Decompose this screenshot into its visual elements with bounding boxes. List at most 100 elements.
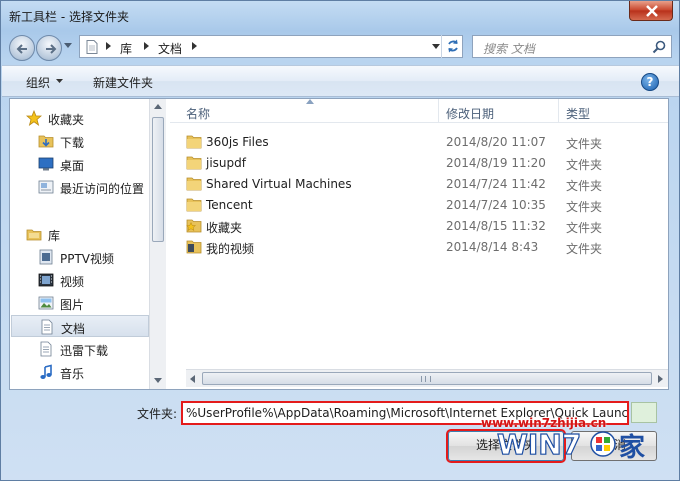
sidebar-item-videos[interactable]: 视频: [10, 269, 150, 291]
sidebar-item-pictures[interactable]: 图片: [10, 292, 150, 314]
sidebar-item-downloads[interactable]: 下载: [10, 130, 150, 152]
close-button[interactable]: [629, 1, 673, 21]
file-type: 文件夹: [566, 158, 603, 172]
music-library-icon: [40, 364, 52, 379]
breadcrumb-documents[interactable]: 文档: [158, 40, 182, 57]
sidebar-item-label: 桌面: [60, 159, 85, 173]
search-input[interactable]: 搜索 文档: [472, 35, 672, 58]
folder-icon: [186, 198, 202, 212]
breadcrumb-separator-icon[interactable]: [192, 42, 198, 50]
sidebar-item-recent-places[interactable]: 最近访问的位置: [10, 176, 150, 198]
arrow-right-icon: [46, 44, 57, 54]
title-bar[interactable]: 新工具栏 - 选择文件夹: [1, 1, 679, 29]
sidebar-item-music[interactable]: 音乐: [10, 361, 150, 383]
command-toolbar: 组织 新建文件夹 ?: [2, 65, 679, 97]
help-icon[interactable]: ?: [641, 73, 659, 91]
sidebar-item-label: PPTV视频: [60, 252, 115, 266]
file-list-horizontal-scrollbar[interactable]: [186, 369, 668, 387]
column-header-type[interactable]: 类型: [566, 105, 590, 122]
file-type: 文件夹: [566, 200, 603, 214]
column-divider[interactable]: [438, 99, 439, 123]
folder-icon: [186, 135, 202, 149]
video-library-icon: [38, 273, 54, 287]
video-library-icon: [39, 249, 53, 265]
file-row[interactable]: 收藏夹 2014/8/15 11:32 文件夹: [170, 216, 668, 237]
sidebar-item-label: 收藏夹: [48, 113, 85, 127]
svg-text:WIN7: WIN7: [497, 428, 581, 461]
organize-chevron-down-icon[interactable]: [56, 79, 63, 84]
sidebar-item-label: 库: [48, 229, 61, 243]
folder-field-label: 文件夹:: [137, 407, 178, 421]
file-name: 我的视频: [206, 242, 255, 256]
scroll-down-icon[interactable]: [154, 378, 162, 383]
sidebar-item-pptv-video[interactable]: PPTV视频: [10, 246, 150, 268]
address-bar[interactable]: 库 文档: [79, 35, 463, 58]
folder-icon: [186, 156, 202, 170]
file-row[interactable]: 我的视频 2014/8/14 8:43 文件夹: [170, 237, 668, 258]
sidebar-item-label: 视频: [60, 275, 85, 289]
file-date: 2014/8/14 8:43: [446, 240, 539, 254]
address-history-chevron-down-icon[interactable]: [432, 44, 440, 50]
scroll-left-icon[interactable]: [190, 375, 195, 383]
file-date: 2014/7/24 10:35: [446, 198, 546, 212]
refresh-icon: [448, 39, 458, 53]
new-folder-button[interactable]: 新建文件夹: [93, 74, 153, 91]
favorites-folder-icon: [186, 219, 202, 233]
file-date: 2014/7/24 11:42: [446, 177, 546, 191]
window-title: 新工具栏 - 选择文件夹: [9, 10, 129, 24]
file-date: 2014/8/19 11:20: [446, 156, 546, 170]
search-placeholder: 搜索 文档: [483, 42, 535, 56]
breadcrumb-separator-icon[interactable]: [106, 42, 112, 50]
file-type: 文件夹: [566, 221, 603, 235]
file-name: Shared Virtual Machines: [206, 177, 352, 191]
close-icon: [646, 5, 658, 17]
column-header-name[interactable]: 名称: [186, 105, 210, 122]
sidebar-item-documents[interactable]: 文档: [11, 315, 149, 337]
file-name: 360js Files: [206, 135, 269, 149]
file-list: 名称 修改日期 类型 360js Files 2014/8/20 11:07 文…: [170, 99, 668, 389]
sidebar-item-xunlei-downloads[interactable]: 迅雷下载: [10, 338, 150, 360]
sidebar-item-label: 迅雷下载: [60, 344, 109, 358]
scroll-right-icon[interactable]: [658, 375, 663, 383]
file-row[interactable]: Shared Virtual Machines 2014/7/24 11:42 …: [170, 174, 668, 195]
navigation-pane: 收藏夹 下载 桌面 最近访问的位置 库 PPTV视频 视频 图片 文档 迅雷下载…: [10, 99, 158, 389]
forward-button[interactable]: [36, 35, 62, 61]
refresh-button[interactable]: [441, 35, 463, 58]
scroll-up-icon[interactable]: [154, 104, 162, 109]
breadcrumb-separator-icon[interactable]: [144, 42, 150, 50]
navigation-pane-scrollbar[interactable]: [149, 99, 166, 389]
sidebar-item-desktop[interactable]: 桌面: [10, 153, 150, 175]
breadcrumb-library[interactable]: 库: [120, 40, 132, 57]
sort-ascending-icon: [306, 99, 314, 104]
library-icon: [26, 229, 42, 241]
file-row[interactable]: 360js Files 2014/8/20 11:07 文件夹: [170, 132, 668, 153]
recent-pages-chevron-down-icon[interactable]: [64, 43, 72, 49]
sidebar-item-favorites[interactable]: 收藏夹: [10, 107, 150, 129]
sidebar-item-libraries[interactable]: 库: [10, 223, 150, 245]
browser-content: 收藏夹 下载 桌面 最近访问的位置 库 PPTV视频 视频 图片 文档 迅雷下载…: [9, 98, 669, 390]
video-folder-icon: [186, 240, 202, 254]
folder-field-end: [631, 402, 657, 423]
column-header-date[interactable]: 修改日期: [446, 105, 494, 122]
sidebar-item-label: 音乐: [60, 367, 85, 381]
documents-library-icon: [41, 319, 53, 335]
file-type: 文件夹: [566, 137, 603, 151]
desktop-icon: [38, 157, 54, 171]
document-page-icon: [86, 40, 98, 54]
folder-picker-window: 新工具栏 - 选择文件夹 库 文档 搜索 文档 组织 新建文件夹 ? 收藏夹 下…: [0, 0, 680, 481]
scrollbar-thumb[interactable]: [152, 117, 164, 242]
column-divider[interactable]: [558, 99, 559, 123]
file-row[interactable]: Tencent 2014/7/24 10:35 文件夹: [170, 195, 668, 216]
recent-places-icon: [38, 180, 54, 194]
file-name: Tencent: [206, 198, 253, 212]
file-name: jisupdf: [206, 156, 246, 170]
scrollbar-thumb[interactable]: [202, 372, 652, 385]
star-icon: [26, 110, 42, 126]
back-button[interactable]: [9, 35, 35, 61]
organize-menu-button[interactable]: 组织: [26, 74, 50, 91]
sidebar-item-label: 最近访问的位置: [60, 182, 145, 196]
file-row[interactable]: jisupdf 2014/8/19 11:20 文件夹: [170, 153, 668, 174]
file-type: 文件夹: [566, 179, 603, 193]
sidebar-item-label: 文档: [61, 322, 86, 336]
pictures-library-icon: [38, 296, 54, 310]
